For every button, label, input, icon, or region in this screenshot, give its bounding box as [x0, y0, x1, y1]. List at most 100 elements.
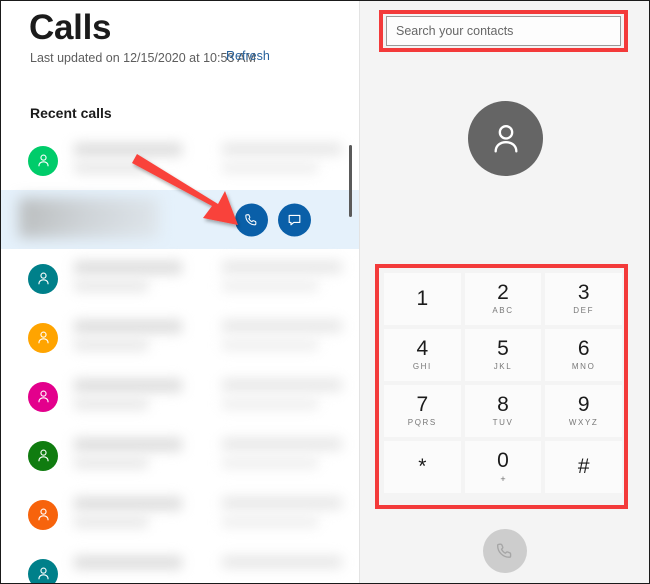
contact-avatar-large — [468, 101, 543, 176]
chat-icon — [288, 214, 301, 225]
call-item-details — [72, 552, 359, 584]
row-action-buttons — [235, 203, 311, 236]
redacted-contact-name — [74, 496, 182, 510]
call-item-details — [72, 434, 359, 478]
redacted-contact-subtitle — [74, 457, 148, 468]
redacted-contact-name — [74, 555, 182, 569]
redacted-contact-subtitle — [74, 280, 148, 291]
dialpad-key-letters: TUV — [492, 418, 514, 427]
call-item-details — [72, 316, 359, 360]
avatar — [28, 145, 58, 176]
call-list-item[interactable] — [1, 249, 359, 308]
dialpad-key-0[interactable]: 0 + — [464, 441, 542, 493]
dialpad-key-digit: 3 — [577, 281, 590, 304]
dialpad-key-letters: MNO — [571, 362, 596, 371]
recent-calls-heading: Recent calls — [30, 105, 112, 121]
dialpad-key-pound[interactable]: # — [545, 441, 622, 493]
avatar — [28, 263, 58, 294]
dialpad-key-digit: 5 — [497, 337, 509, 360]
redacted-call-meta — [222, 142, 342, 155]
redacted-call-meta — [222, 437, 342, 450]
dialpad-key-digit: 8 — [497, 393, 509, 416]
redacted-call-meta — [222, 378, 342, 391]
redacted-call-time — [222, 339, 318, 350]
redacted-call-meta — [222, 555, 342, 568]
dialpad-key-digit: # — [577, 455, 590, 478]
dialpad-key-digit: 2 — [497, 281, 509, 304]
redacted-contact-name — [74, 378, 182, 392]
calls-panel: Calls Last updated on 12/15/2020 at 10:5… — [1, 1, 359, 583]
redacted-contact-subtitle — [74, 339, 148, 350]
redacted-contact-subtitle — [74, 162, 148, 173]
dialpad-key-digit: * — [418, 455, 427, 478]
call-item-details — [72, 375, 359, 419]
search-input[interactable] — [386, 16, 621, 46]
call-list-item[interactable] — [1, 308, 359, 367]
call-list-item[interactable] — [1, 485, 359, 544]
dialpad-key-digit: 9 — [577, 393, 590, 416]
dialpad-key-4[interactable]: 4 GHI — [384, 329, 461, 381]
dialpad-key-letters: GHI — [412, 362, 432, 371]
recent-calls-list[interactable] — [1, 131, 359, 583]
dialpad-key-letters: DEF — [573, 306, 595, 315]
redacted-contact-name — [74, 260, 182, 274]
dialpad-key-letters: JKL — [493, 362, 513, 371]
redacted-contact-subtitle — [74, 398, 148, 409]
dialpad-key-1[interactable]: 1 — [384, 273, 461, 325]
dialpad-key-7[interactable]: 7 PQRS — [384, 385, 461, 437]
phone-icon — [496, 543, 512, 558]
calls-app-window: Calls Last updated on 12/15/2020 at 10:5… — [0, 0, 650, 584]
dialpad-key-8[interactable]: 8 TUV — [464, 385, 542, 437]
avatar — [28, 440, 58, 471]
dialer-panel: 1 2 ABC 3 DEF 4 GHI 5 JKL 6 MNO — [359, 1, 649, 583]
calls-list-scrollbar[interactable] — [348, 131, 354, 583]
dialpad-key-digit: 1 — [416, 287, 429, 310]
redacted-call-meta — [222, 319, 342, 332]
scrollbar-thumb[interactable] — [349, 145, 352, 217]
avatar — [28, 558, 58, 583]
call-list-item[interactable] — [1, 544, 359, 583]
redacted-call-time — [222, 280, 318, 291]
phone-icon — [245, 213, 257, 225]
dialpad-key-digit: 6 — [577, 337, 590, 360]
call-list-item[interactable] — [1, 426, 359, 485]
person-icon — [494, 124, 517, 152]
dialpad-key-digit: 4 — [416, 337, 429, 360]
dialpad-key-3[interactable]: 3 DEF — [545, 273, 622, 325]
redacted-call-time — [222, 162, 318, 173]
dialpad[interactable]: 1 2 ABC 3 DEF 4 GHI 5 JKL 6 MNO 7 PQRS 8… — [384, 273, 622, 493]
dialpad-key-star[interactable]: * — [384, 441, 461, 493]
dialpad-key-letters: ABC — [492, 306, 514, 315]
dialpad-key-letters: WXYZ — [568, 418, 599, 427]
dialpad-key-letters: + — [500, 474, 506, 484]
dialpad-key-letters: PQRS — [407, 418, 437, 427]
dialpad-key-9[interactable]: 9 WXYZ — [545, 385, 622, 437]
redacted-contact-subtitle — [74, 516, 148, 527]
row-message-button[interactable] — [278, 203, 311, 236]
refresh-link[interactable]: Refresh — [226, 49, 270, 63]
call-list-item-selected[interactable] — [1, 190, 359, 249]
redacted-contact-name — [74, 319, 182, 333]
avatar — [28, 499, 58, 530]
redacted-call-time — [222, 516, 318, 527]
row-call-button[interactable] — [235, 203, 268, 236]
redacted-contact-name — [74, 437, 182, 451]
redacted-call-meta — [222, 496, 342, 509]
dialpad-key-digit: 7 — [416, 393, 429, 416]
call-item-details — [72, 493, 359, 537]
dialpad-key-6[interactable]: 6 MNO — [545, 329, 622, 381]
last-updated-block: Last updated on 12/15/2020 at 10:53 AM R… — [30, 49, 330, 67]
call-item-details — [42, 198, 359, 242]
call-item-details — [72, 139, 359, 183]
avatar — [28, 322, 58, 353]
dialpad-key-5[interactable]: 5 JKL — [464, 329, 542, 381]
call-list-item[interactable] — [1, 131, 359, 190]
dialpad-key-2[interactable]: 2 ABC — [464, 273, 542, 325]
call-list-item[interactable] — [1, 367, 359, 426]
redacted-call-time — [222, 457, 318, 468]
redacted-contact-name — [74, 142, 182, 156]
dialpad-key-digit: 0 — [497, 449, 509, 472]
page-title: Calls — [29, 8, 112, 47]
last-updated-text: Last updated on 12/15/2020 at 10:53 AM — [30, 51, 256, 65]
call-button[interactable] — [483, 529, 527, 573]
